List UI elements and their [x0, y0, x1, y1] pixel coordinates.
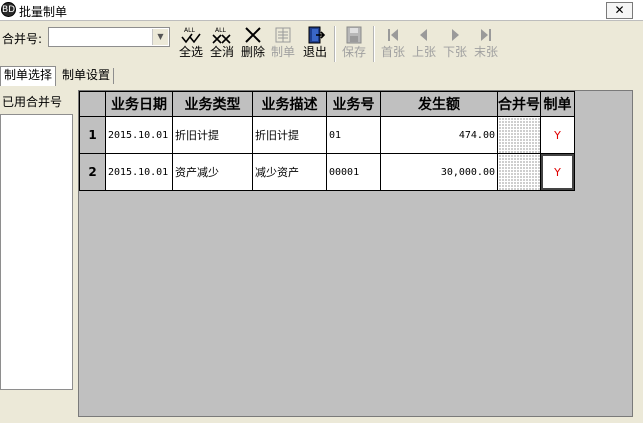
check-all-icon: ALL	[176, 25, 206, 45]
table-header-row: 业务日期 业务类型 业务描述 业务号 发生额 合并号 制单	[79, 91, 575, 117]
deselect-all-button[interactable]: ALL 全消	[207, 23, 237, 63]
last-record-button[interactable]: 末张	[471, 23, 501, 63]
cell-type[interactable]: 资产减少	[172, 153, 253, 191]
used-merge-list[interactable]	[0, 114, 73, 390]
cell-number[interactable]: 00001	[326, 153, 381, 191]
tab-voucher-settings[interactable]: 制单设置	[59, 68, 115, 84]
column-header-number[interactable]: 业务号	[326, 91, 381, 117]
exit-button[interactable]: 退出	[300, 23, 330, 63]
delete-x-icon	[238, 25, 268, 45]
title-bar: BD 批量制单 ✕	[0, 0, 643, 21]
tab-voucher-selection[interactable]: 制单选择	[0, 66, 57, 86]
cell-amount[interactable]: 30,000.00	[380, 153, 498, 191]
voucher-grid: 业务日期 业务类型 业务描述 业务号 发生额 合并号 制单 1 2015.10.…	[78, 90, 633, 417]
svg-text:ALL: ALL	[215, 27, 226, 34]
select-all-button[interactable]: ALL 全选	[176, 23, 206, 63]
uncheck-all-icon: ALL	[207, 25, 237, 45]
toolbar: 合并号: ▼ ALL 全选 ALL 全消 删除 制单 退出 保存 首张 上张 下…	[0, 22, 643, 66]
delete-button[interactable]: 删除	[238, 23, 268, 63]
cell-mark[interactable]: Y	[540, 116, 575, 154]
voucher-icon	[268, 25, 298, 45]
cell-type[interactable]: 折旧计提	[172, 116, 253, 154]
cell-date[interactable]: 2015.10.01	[105, 116, 173, 154]
toolbar-separator	[373, 26, 375, 62]
cell-date[interactable]: 2015.10.01	[105, 153, 173, 191]
column-header-description[interactable]: 业务描述	[252, 91, 327, 117]
cell-description[interactable]: 折旧计提	[252, 116, 327, 154]
save-button[interactable]: 保存	[339, 23, 369, 63]
column-header-amount[interactable]: 发生额	[380, 91, 498, 117]
merge-number-combo[interactable]: ▼	[48, 27, 170, 47]
tab-strip: 制单选择 制单设置	[0, 66, 643, 86]
next-page-icon	[440, 25, 470, 45]
chevron-down-icon[interactable]: ▼	[152, 29, 168, 45]
cell-number[interactable]: 01	[326, 116, 381, 154]
cell-amount[interactable]: 474.00	[380, 116, 498, 154]
app-icon: BD	[1, 2, 16, 17]
floppy-disk-icon	[339, 25, 369, 45]
merge-number-label: 合并号:	[2, 32, 43, 46]
used-merge-label: 已用合并号	[2, 95, 63, 109]
close-icon: ✕	[614, 3, 625, 17]
row-number[interactable]: 2	[79, 153, 106, 191]
column-header-merge[interactable]: 合并号	[497, 91, 541, 117]
cell-merge[interactable]	[497, 153, 541, 191]
make-voucher-button[interactable]: 制单	[268, 23, 298, 63]
close-button[interactable]: ✕	[606, 2, 633, 19]
toolbar-separator	[334, 26, 336, 62]
cell-merge[interactable]	[497, 116, 541, 154]
next-record-button[interactable]: 下张	[440, 23, 470, 63]
svg-text:ALL: ALL	[184, 27, 195, 34]
prev-page-icon	[409, 25, 439, 45]
last-page-icon	[471, 25, 501, 45]
cell-mark[interactable]: Y	[540, 153, 575, 191]
corner-cell	[79, 91, 106, 117]
first-record-button[interactable]: 首张	[378, 23, 408, 63]
first-page-icon	[378, 25, 408, 45]
table-row[interactable]: 2 2015.10.01 资产减少 减少资产 00001 30,000.00 Y	[79, 153, 575, 191]
voucher-table: 业务日期 业务类型 业务描述 业务号 发生额 合并号 制单 1 2015.10.…	[79, 91, 575, 191]
cell-description[interactable]: 减少资产	[252, 153, 327, 191]
row-number[interactable]: 1	[79, 116, 106, 154]
prev-record-button[interactable]: 上张	[409, 23, 439, 63]
exit-door-icon	[300, 25, 330, 45]
column-header-date[interactable]: 业务日期	[105, 91, 173, 117]
table-row[interactable]: 1 2015.10.01 折旧计提 折旧计提 01 474.00 Y	[79, 116, 575, 154]
column-header-type[interactable]: 业务类型	[172, 91, 253, 117]
column-header-mark[interactable]: 制单	[540, 91, 575, 117]
window-title: 批量制单	[19, 5, 68, 19]
used-merge-panel: 已用合并号	[0, 88, 75, 417]
